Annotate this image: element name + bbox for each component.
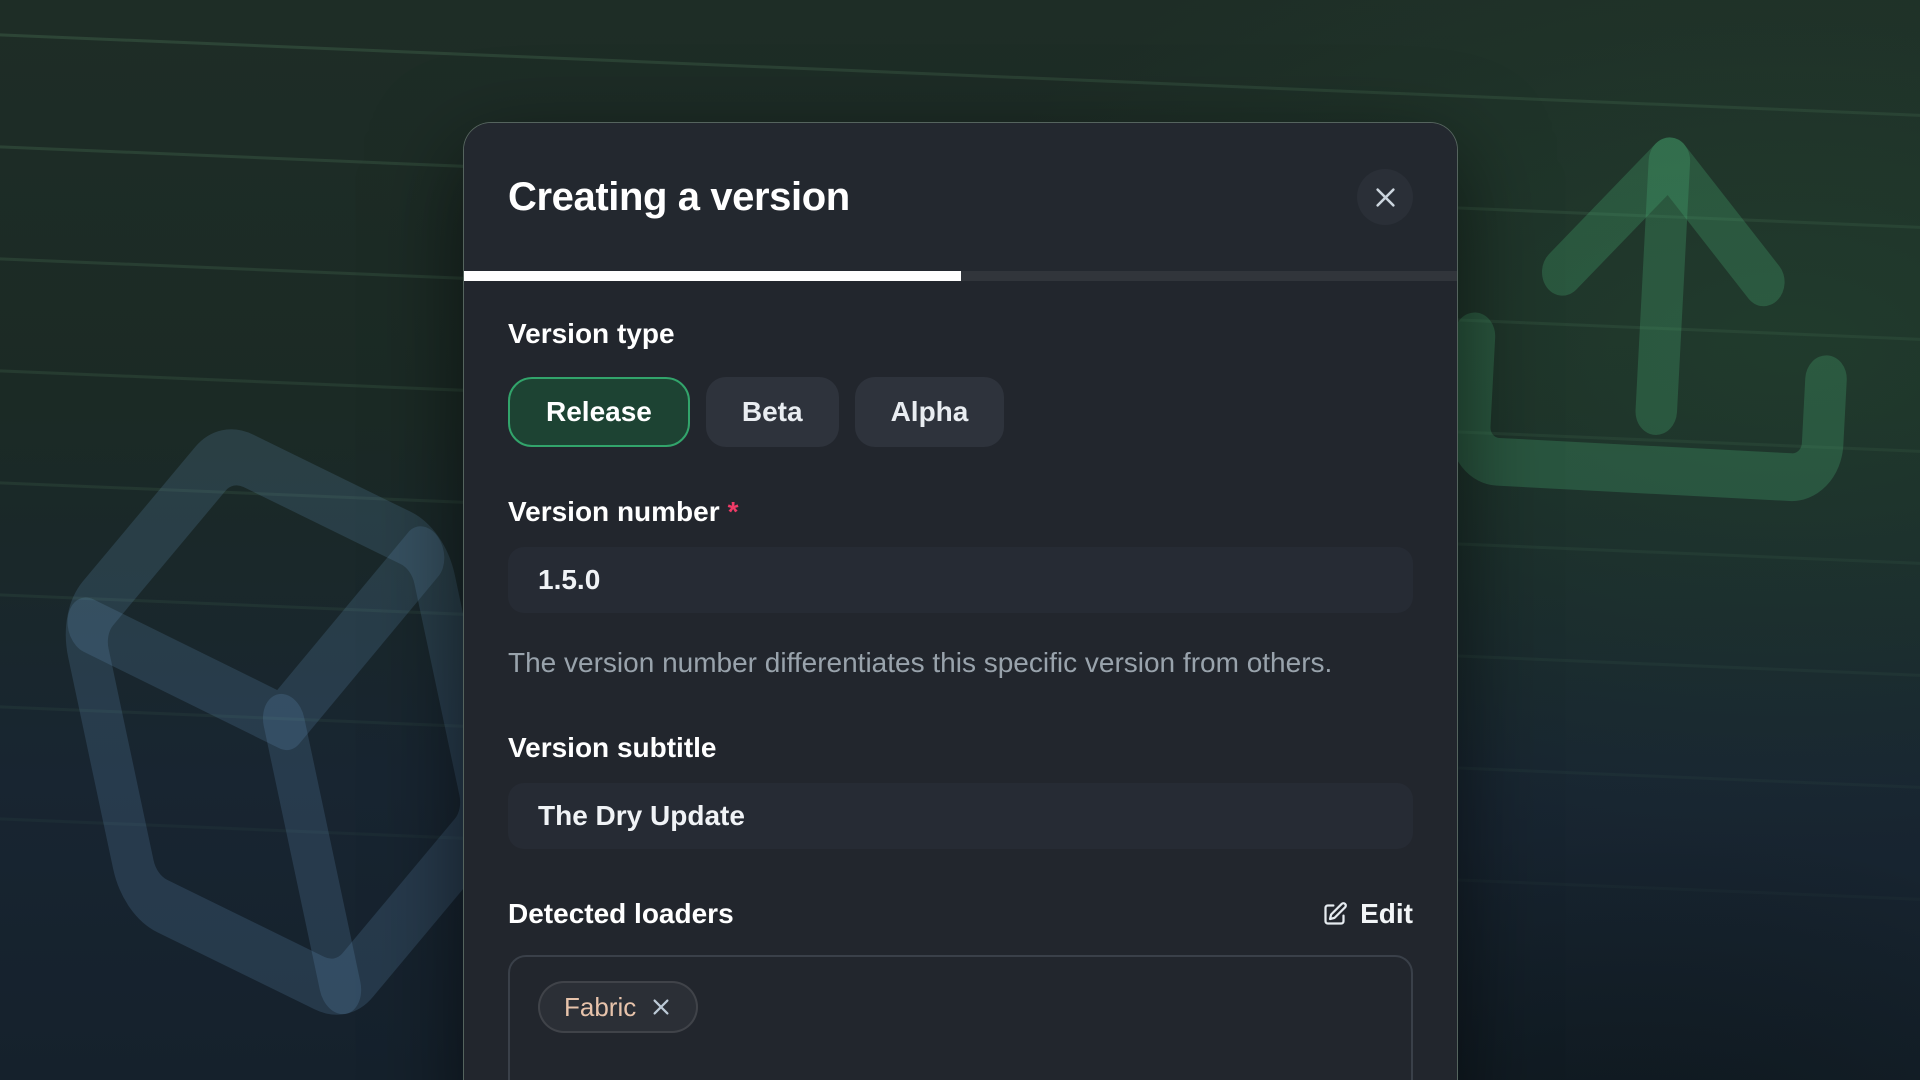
version-type-release-button[interactable]: Release [508,377,690,447]
upload-arrow-icon [1436,85,1885,595]
required-asterisk: * [728,496,739,527]
version-type-options: Release Beta Alpha [508,377,1413,447]
version-number-input[interactable] [508,547,1413,613]
version-type-label: Version type [508,317,1413,351]
remove-tag-x-icon [650,996,672,1018]
edit-pencil-icon [1321,901,1348,928]
loader-tag-fabric: Fabric [538,981,698,1033]
edit-loaders-button[interactable]: Edit [1321,898,1413,930]
modal-body: Version type Release Beta Alpha Version … [464,281,1457,1080]
modal-title: Creating a version [508,175,850,220]
remove-fabric-tag-button[interactable] [650,996,672,1018]
create-version-modal: Creating a version Version type Release … [463,122,1458,1080]
progress-track [464,271,1457,281]
detected-loaders-row: Detected loaders Edit [508,897,1413,931]
close-button[interactable] [1357,169,1413,225]
edit-button-label: Edit [1360,898,1413,930]
version-type-beta-button[interactable]: Beta [706,377,839,447]
version-subtitle-input[interactable] [508,783,1413,849]
detected-loaders-box: Fabric [508,955,1413,1080]
version-number-label-text: Version number [508,496,720,527]
version-number-helper-text: The version number differentiates this s… [508,641,1413,685]
modal-header: Creating a version [464,123,1457,271]
screen-background: Creating a version Version type Release … [0,0,1920,1080]
loader-tag-label: Fabric [564,992,636,1023]
version-number-label: Version number * [508,495,1413,529]
version-type-alpha-button[interactable]: Alpha [855,377,1005,447]
progress-fill [464,271,961,281]
version-subtitle-label: Version subtitle [508,731,1413,765]
detected-loaders-label: Detected loaders [508,897,734,931]
close-icon [1372,184,1399,211]
